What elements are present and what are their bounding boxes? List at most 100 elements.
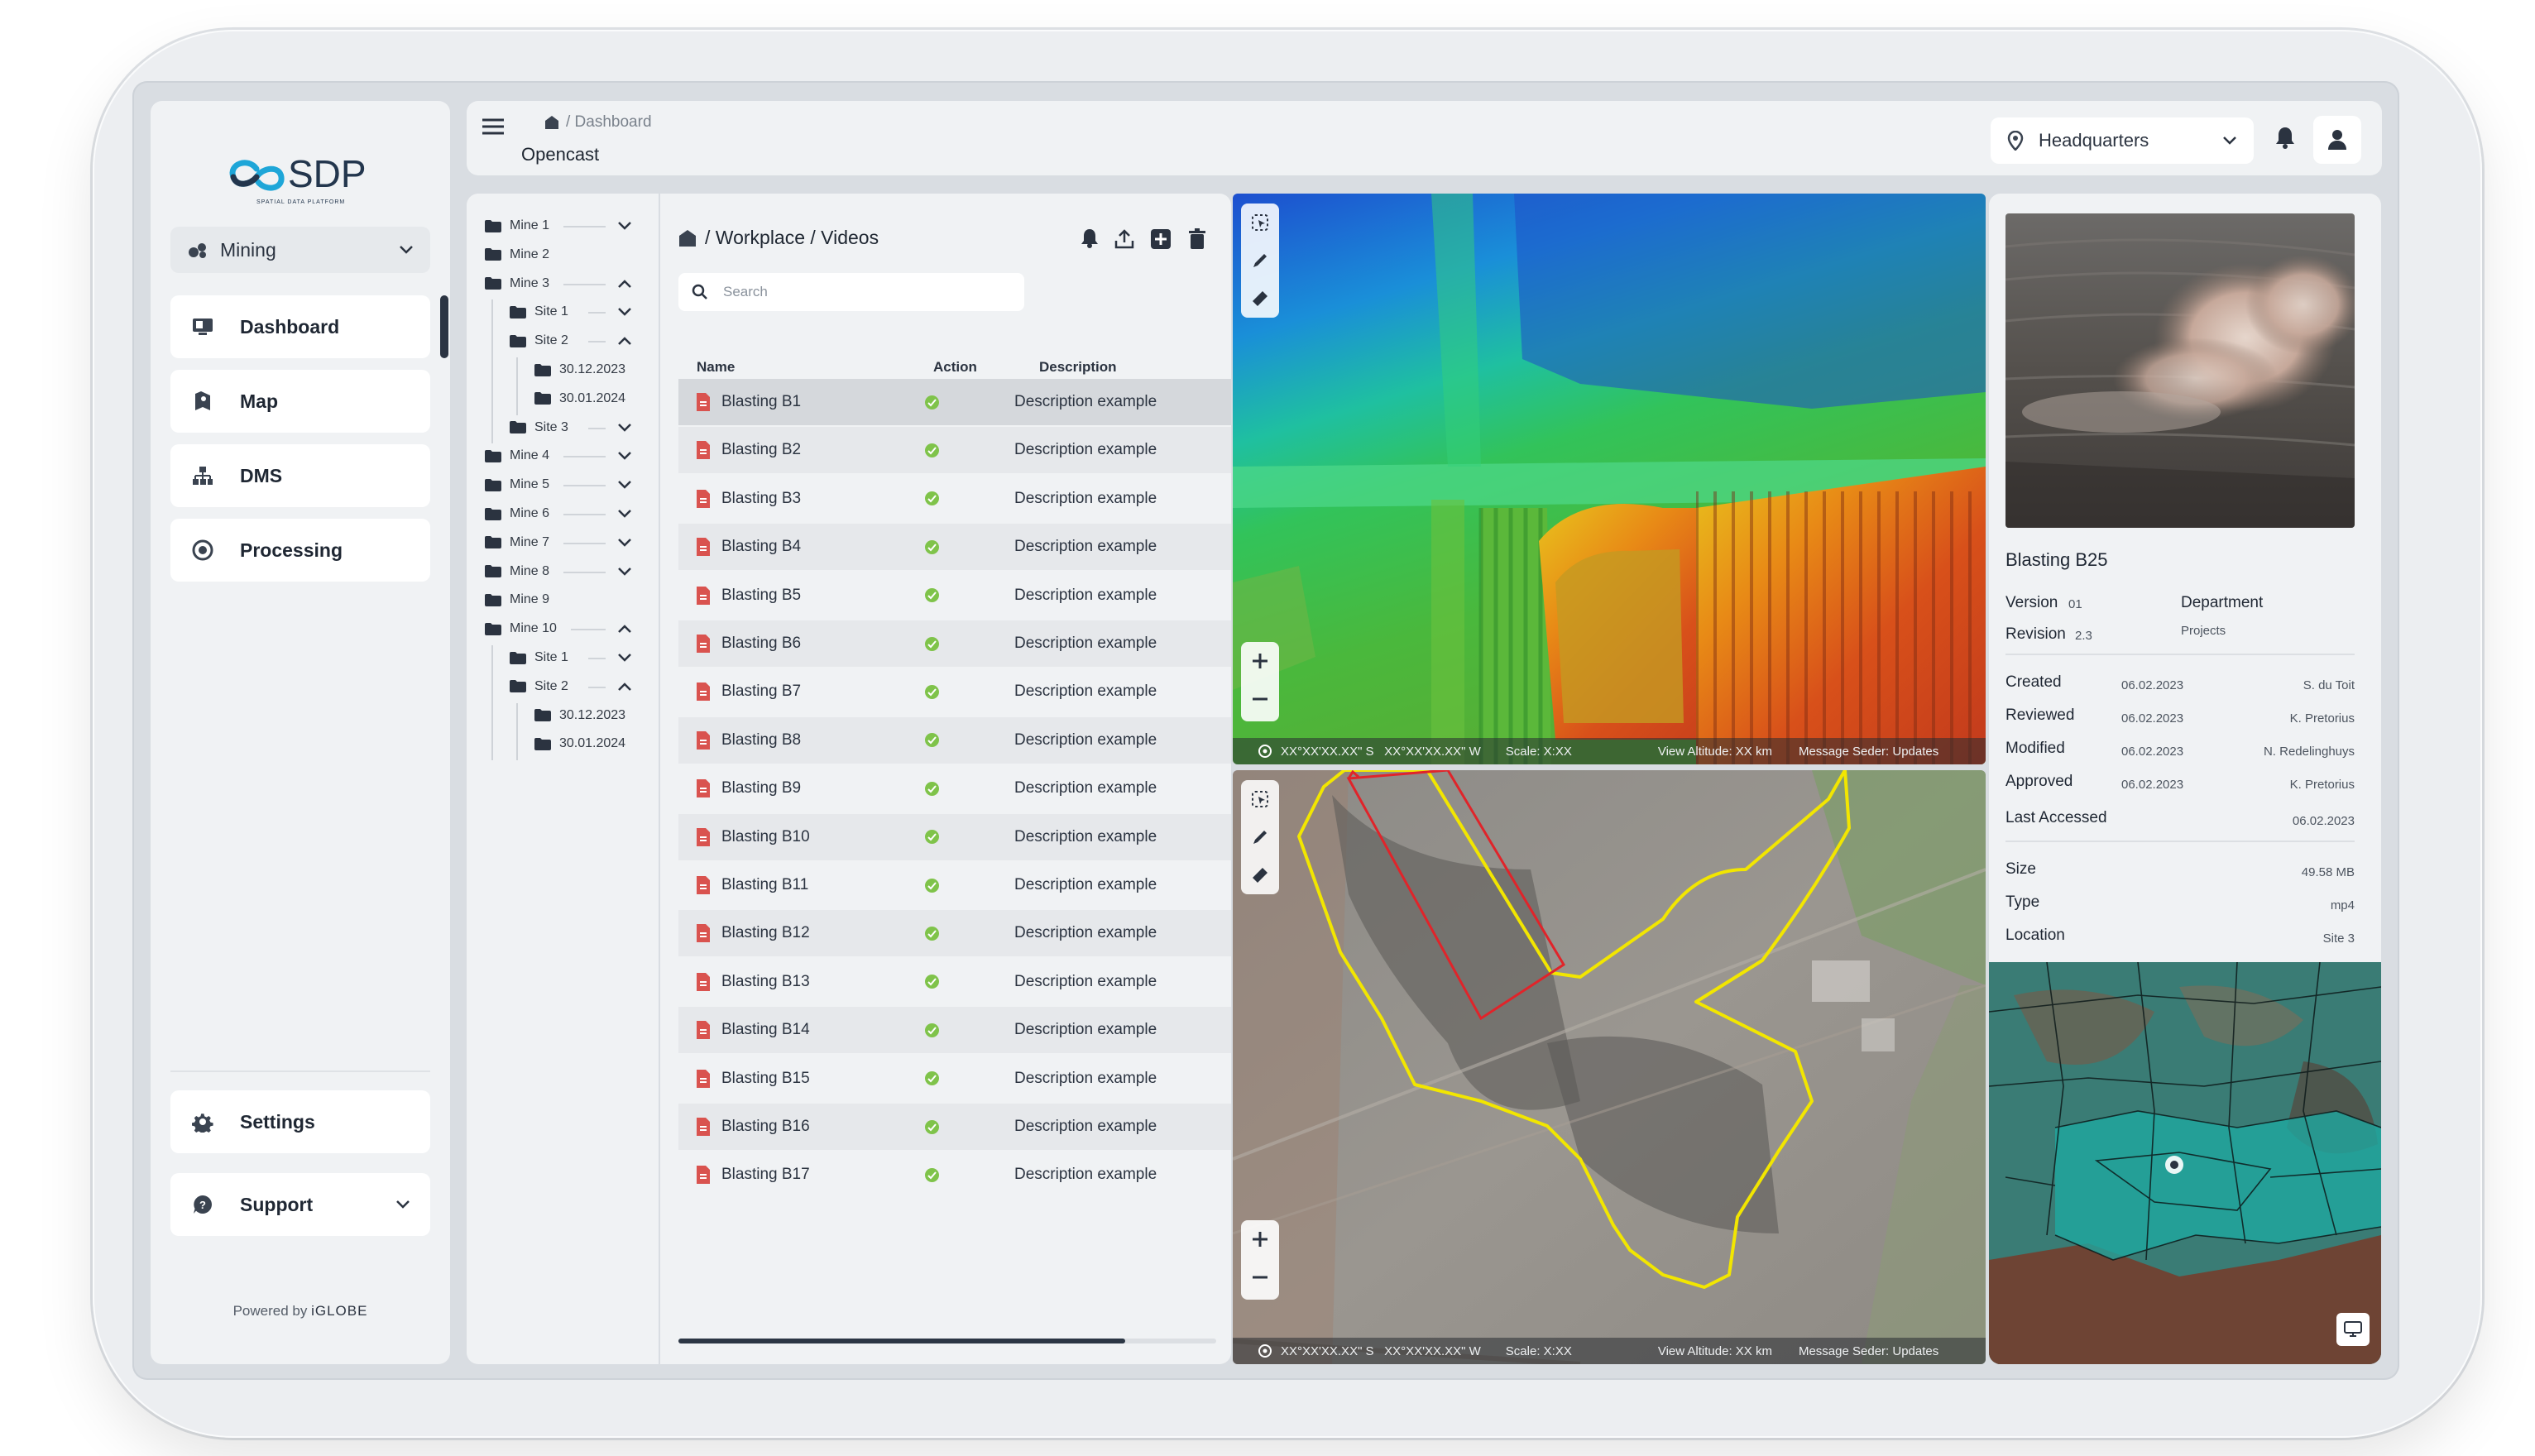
- fullscreen-button[interactable]: [2336, 1313, 2370, 1346]
- bell-icon[interactable]: [2275, 126, 2295, 149]
- parcel-minimap[interactable]: [1989, 962, 2381, 1364]
- tree-node[interactable]: 30.01.2024: [534, 731, 625, 756]
- tree-node[interactable]: Mine 1: [485, 213, 549, 238]
- check-status-icon[interactable]: [925, 395, 939, 410]
- draw-tool-button[interactable]: [1241, 818, 1279, 856]
- home-icon[interactable]: [544, 115, 559, 130]
- check-status-icon[interactable]: [925, 781, 939, 796]
- table-row[interactable]: Blasting B6 Description example: [678, 620, 1231, 667]
- chevron-down-icon[interactable]: [617, 218, 632, 233]
- chevron-down-icon[interactable]: [617, 448, 632, 463]
- add-icon[interactable]: [1150, 228, 1172, 250]
- chevron-down-icon[interactable]: [617, 420, 632, 435]
- nav-dms[interactable]: DMS: [170, 444, 430, 507]
- chevron-up-icon[interactable]: [617, 276, 632, 291]
- check-status-icon[interactable]: [925, 443, 939, 457]
- check-status-icon[interactable]: [925, 1167, 939, 1182]
- nav-map[interactable]: Map: [170, 370, 430, 433]
- mode-selector[interactable]: Mining: [170, 227, 430, 273]
- table-row[interactable]: Blasting B1 Description example: [678, 379, 1231, 425]
- check-status-icon[interactable]: [925, 1023, 939, 1037]
- nav-dashboard[interactable]: Dashboard: [170, 295, 430, 358]
- chevron-down-icon[interactable]: [617, 506, 632, 521]
- table-row[interactable]: Blasting B14 Description example: [678, 1007, 1231, 1054]
- nav-processing[interactable]: Processing: [170, 519, 430, 582]
- tree-node[interactable]: Site 3: [510, 415, 568, 440]
- home-icon[interactable]: [678, 229, 697, 247]
- select-tool-button[interactable]: [1241, 204, 1279, 242]
- tree-node[interactable]: Mine 8: [485, 559, 549, 584]
- tree-node[interactable]: Mine 4: [485, 443, 549, 468]
- hamburger-menu-icon[interactable]: [482, 117, 505, 136]
- draw-tool-button[interactable]: [1241, 242, 1279, 280]
- user-avatar-button[interactable]: [2313, 116, 2361, 164]
- breadcrumb-text[interactable]: / Dashboard: [566, 113, 652, 132]
- table-row[interactable]: Blasting B8 Description example: [678, 716, 1231, 764]
- table-row[interactable]: Blasting B12 Description example: [678, 910, 1231, 957]
- table-row[interactable]: Blasting B13 Description example: [678, 959, 1231, 1005]
- table-row[interactable]: Blasting B16 Description example: [678, 1104, 1231, 1150]
- tree-node[interactable]: Mine 6: [485, 501, 549, 526]
- scrollbar-thumb[interactable]: [678, 1339, 1125, 1343]
- check-status-icon[interactable]: [925, 926, 939, 941]
- chevron-down-icon[interactable]: [617, 564, 632, 579]
- tree-node[interactable]: Mine 3: [485, 271, 549, 296]
- horizontal-scrollbar[interactable]: [678, 1339, 1216, 1343]
- tree-node[interactable]: 30.01.2024: [534, 386, 625, 411]
- zoom-out-button[interactable]: [1241, 1258, 1279, 1296]
- check-status-icon[interactable]: [925, 539, 939, 554]
- satellite-map-view[interactable]: XX°XX'XX.XX" S XX°XX'XX.XX" W Scale: X:X…: [1233, 770, 1986, 1364]
- tree-node[interactable]: Mine 9: [485, 587, 549, 612]
- chevron-down-icon[interactable]: [617, 650, 632, 665]
- table-row[interactable]: Blasting B11 Description example: [678, 862, 1231, 908]
- elevation-map-view[interactable]: XX°XX'XX.XX" S XX°XX'XX.XX" W Scale: X:X…: [1233, 194, 1986, 764]
- check-status-icon[interactable]: [925, 830, 939, 845]
- table-row[interactable]: Blasting B3 Description example: [678, 476, 1231, 522]
- table-row[interactable]: Blasting B10 Description example: [678, 813, 1231, 860]
- nav-settings[interactable]: Settings: [170, 1090, 430, 1153]
- check-status-icon[interactable]: [925, 684, 939, 699]
- chevron-down-icon[interactable]: [617, 477, 632, 492]
- table-row[interactable]: Blasting B15 Description example: [678, 1056, 1231, 1102]
- table-row[interactable]: Blasting B5 Description example: [678, 572, 1231, 619]
- tree-node[interactable]: Mine 10: [485, 616, 557, 641]
- chevron-up-icon[interactable]: [617, 621, 632, 636]
- chevron-up-icon[interactable]: [617, 679, 632, 694]
- zoom-out-button[interactable]: [1241, 680, 1279, 718]
- nav-support[interactable]: ? Support: [170, 1173, 430, 1236]
- check-status-icon[interactable]: [925, 733, 939, 748]
- tree-node[interactable]: 30.12.2023: [534, 703, 625, 728]
- table-row[interactable]: Blasting B17 Description example: [678, 1152, 1231, 1198]
- bell-icon[interactable]: [1081, 228, 1099, 248]
- chevron-down-icon[interactable]: [617, 535, 632, 550]
- upload-icon[interactable]: [1114, 228, 1135, 250]
- check-status-icon[interactable]: [925, 878, 939, 893]
- tree-node[interactable]: Site 2: [510, 328, 568, 353]
- tree-node[interactable]: Mine 7: [485, 530, 549, 555]
- check-status-icon[interactable]: [925, 588, 939, 603]
- table-row[interactable]: Blasting B7 Description example: [678, 668, 1231, 715]
- column-header-description[interactable]: Description: [1039, 359, 1117, 376]
- column-header-name[interactable]: Name: [697, 359, 735, 376]
- check-status-icon[interactable]: [925, 636, 939, 651]
- zoom-in-button[interactable]: [1241, 1220, 1279, 1258]
- chevron-down-icon[interactable]: [617, 304, 632, 319]
- search-input[interactable]: Search: [678, 273, 1024, 311]
- column-header-action[interactable]: Action: [933, 359, 977, 376]
- trash-icon[interactable]: [1188, 228, 1206, 250]
- location-selector[interactable]: Headquarters: [1991, 117, 2254, 164]
- tree-node[interactable]: Site 1: [510, 645, 568, 670]
- measure-tool-button[interactable]: [1241, 856, 1279, 894]
- video-thumbnail[interactable]: [2005, 213, 2355, 528]
- check-status-icon[interactable]: [925, 1071, 939, 1086]
- tree-node[interactable]: Mine 5: [485, 472, 549, 497]
- zoom-in-button[interactable]: [1241, 642, 1279, 680]
- tree-node[interactable]: Mine 2: [485, 242, 549, 267]
- table-row[interactable]: Blasting B2 Description example: [678, 427, 1231, 474]
- table-row[interactable]: Blasting B9 Description example: [678, 765, 1231, 812]
- select-tool-button[interactable]: [1241, 780, 1279, 818]
- tree-node[interactable]: Site 1: [510, 299, 568, 324]
- check-status-icon[interactable]: [925, 975, 939, 989]
- check-status-icon[interactable]: [925, 491, 939, 506]
- measure-tool-button[interactable]: [1241, 280, 1279, 318]
